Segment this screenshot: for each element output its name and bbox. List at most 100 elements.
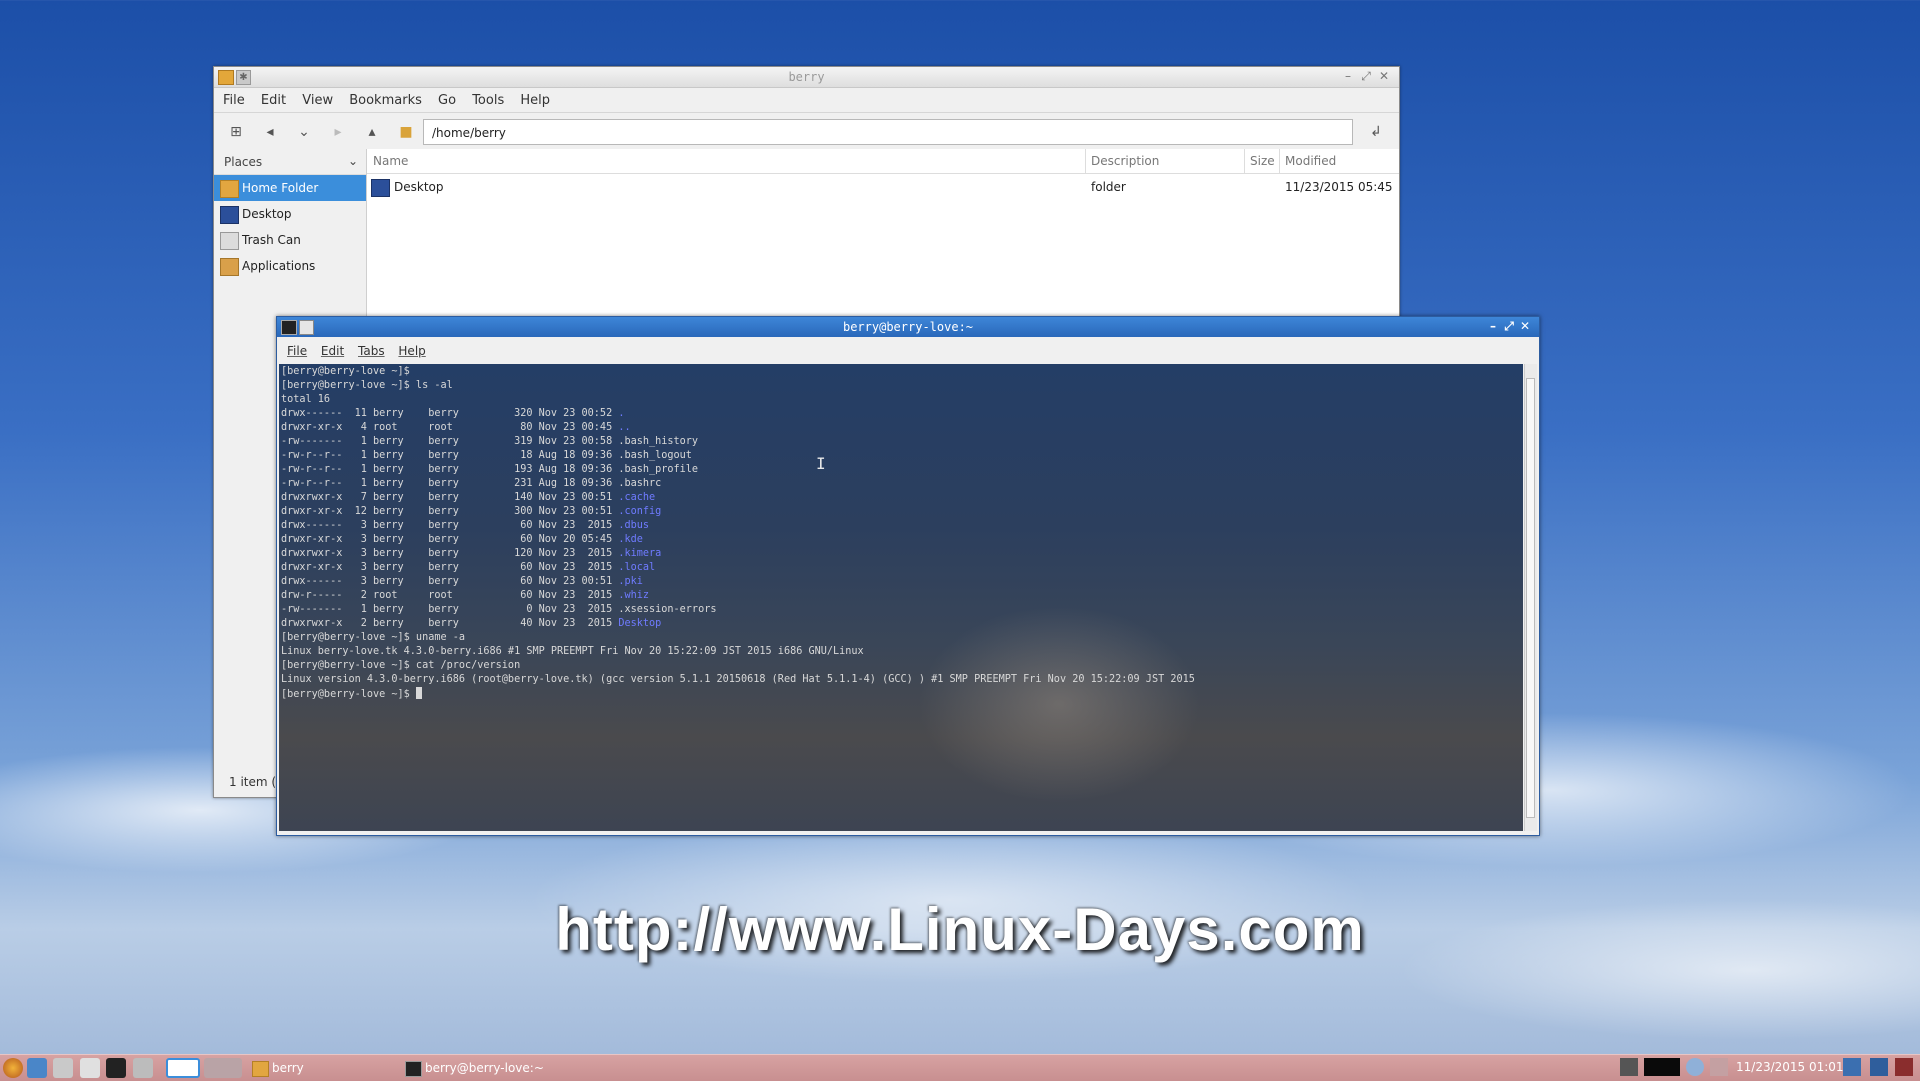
trash-icon: [220, 232, 239, 250]
terminal-line-text: total 16: [281, 394, 331, 405]
file-manager-toolbar: ⊞ ◂ ⌄ ▸ ▴ ■ /home/berry ↲: [214, 113, 1399, 150]
maximize-icon[interactable]: ⤢: [1357, 69, 1375, 84]
menu-file[interactable]: File: [218, 88, 252, 108]
sidebar-item-desktop[interactable]: Desktop: [214, 201, 366, 227]
back-arrow-icon[interactable]: ◂: [260, 122, 280, 142]
terminal-line: [berry@berry-love ~]$: [281, 365, 1195, 379]
column-name[interactable]: Name: [373, 154, 408, 168]
chevron-down-icon[interactable]: ⌄: [348, 154, 358, 168]
terminal-line-text: [berry@berry-love ~]$: [281, 366, 410, 377]
file-manager-titlebar[interactable]: ✱ berry – ⤢ ✕: [214, 67, 1399, 88]
display-icon[interactable]: [1843, 1058, 1861, 1076]
terminal-title: berry@berry-love:~: [842, 320, 974, 334]
taskbar-item-file-manager[interactable]: berry: [250, 1058, 412, 1078]
history-dropdown-icon[interactable]: ⌄: [294, 122, 314, 142]
directory-name: .pki: [618, 576, 643, 587]
file-manager-launcher-icon[interactable]: [80, 1058, 100, 1078]
directory-name: .local: [618, 562, 656, 573]
directory-name: ..: [618, 422, 631, 433]
menu-edit[interactable]: Edit: [256, 88, 293, 108]
logout-icon[interactable]: [1895, 1058, 1913, 1076]
terminal-line-text: Linux berry-love.tk 4.3.0-berry.i686 #1 …: [281, 646, 864, 657]
terminal-line: drwxr-xr-x 12 berry berry 300 Nov 23 00:…: [281, 505, 1195, 519]
network-icon[interactable]: [1620, 1058, 1638, 1076]
file-modified: 11/23/2015 05:45: [1285, 180, 1393, 194]
sidebar-item-applications[interactable]: Applications: [214, 253, 366, 279]
monitor-icon[interactable]: [1870, 1058, 1888, 1076]
taskbar: berry berry@berry-love:~ 11/23/2015 01:0…: [0, 1054, 1920, 1081]
file-row[interactable]: Desktop folder 11/23/2015 05:45: [367, 174, 1399, 200]
terminal-line: drwxrwxr-x 7 berry berry 140 Nov 23 00:5…: [281, 491, 1195, 505]
terminal-output[interactable]: [berry@berry-love ~]$ [berry@berry-love ~…: [279, 364, 1523, 831]
new-tab-icon[interactable]: ⊞: [226, 122, 246, 142]
maximize-icon[interactable]: ⤢: [1501, 319, 1517, 334]
column-modified[interactable]: Modified: [1285, 154, 1336, 168]
sidebar-item-trash-can[interactable]: Trash Can: [214, 227, 366, 253]
terminal-line-text: drwxr-xr-x 4 root root 80 Nov 23 00:45: [281, 422, 619, 433]
terminal-line: Linux version 4.3.0-berry.i686 (root@ber…: [281, 673, 1195, 687]
file-manager-menubar: File Edit View Bookmarks Go Tools Help: [214, 88, 1399, 113]
terminal-line: drwxrwxr-x 3 berry berry 120 Nov 23 2015…: [281, 547, 1195, 561]
globe-icon[interactable]: [1686, 1058, 1704, 1076]
sidebar-item-home-folder[interactable]: Home Folder: [214, 175, 366, 201]
menu-tabs[interactable]: Tabs: [354, 337, 391, 358]
workspace-2[interactable]: [204, 1058, 242, 1078]
gear-icon[interactable]: [53, 1058, 73, 1078]
close-icon[interactable]: ✕: [1375, 69, 1393, 83]
path-input[interactable]: /home/berry: [423, 119, 1353, 145]
window-buttons: – ⤢ ✕: [1339, 69, 1393, 84]
scrollbar-thumb[interactable]: [1526, 378, 1535, 818]
menu-file[interactable]: File: [283, 337, 313, 358]
terminal-line-text: drwx------ 3 berry berry 60 Nov 23 00:51: [281, 576, 619, 587]
menu-go[interactable]: Go: [433, 88, 463, 108]
menu-bookmarks[interactable]: Bookmarks: [344, 88, 429, 108]
applications-icon: [220, 258, 239, 276]
terminal-line: drwxr-xr-x 4 root root 80 Nov 23 00:45 .…: [281, 421, 1195, 435]
settings-icon[interactable]: [27, 1058, 47, 1078]
minimize-icon[interactable]: –: [1485, 319, 1501, 333]
terminal-line: [berry@berry-love ~]$ cat /proc/version: [281, 659, 1195, 673]
terminal-line-text: -rw-r--r-- 1 berry berry 231 Aug 18 09:3…: [281, 478, 662, 489]
start-menu-icon[interactable]: [3, 1058, 23, 1078]
file-manager-title: berry: [788, 70, 825, 84]
terminal-line-text: drwxrwxr-x 2 berry berry 40 Nov 23 2015: [281, 618, 619, 629]
file-list-header: Name Description Size Modified: [367, 149, 1399, 174]
file-name: Desktop: [394, 180, 444, 194]
terminal-line: drwx------ 11 berry berry 320 Nov 23 00:…: [281, 407, 1195, 421]
forward-arrow-icon[interactable]: ▸: [328, 122, 348, 142]
windows-icon[interactable]: [133, 1058, 153, 1078]
terminal-line: drwxrwxr-x 2 berry berry 40 Nov 23 2015 …: [281, 617, 1195, 631]
column-size[interactable]: Size: [1250, 154, 1275, 168]
minimize-icon[interactable]: –: [1339, 69, 1357, 83]
home-folder-icon: [220, 180, 239, 198]
terminal-line-text: Linux version 4.3.0-berry.i686 (root@ber…: [281, 674, 1195, 685]
menu-help[interactable]: Help: [394, 337, 431, 358]
terminal-titlebar[interactable]: berry@berry-love:~ – ⤢ ✕: [277, 317, 1539, 337]
directory-name: .kimera: [618, 548, 662, 559]
close-icon[interactable]: ✕: [1517, 319, 1533, 333]
up-arrow-icon[interactable]: ▴: [362, 122, 382, 142]
menu-edit[interactable]: Edit: [317, 337, 350, 358]
clock[interactable]: 11/23/2015 01:01: [1736, 1060, 1844, 1074]
volume-icon[interactable]: [1710, 1058, 1728, 1076]
menu-tools[interactable]: Tools: [467, 88, 511, 108]
menu-view[interactable]: View: [297, 88, 340, 108]
workspace-1[interactable]: [166, 1058, 200, 1078]
places-header[interactable]: Places ⌄: [214, 149, 366, 175]
column-description[interactable]: Description: [1091, 154, 1159, 168]
taskbar-item-terminal[interactable]: berry@berry-love:~: [403, 1058, 625, 1078]
terminal-line: [berry@berry-love ~]$ ls -al: [281, 379, 1195, 393]
home-icon[interactable]: ■: [396, 122, 416, 142]
folder-icon: [252, 1061, 269, 1077]
terminal-menubar: File Edit Tabs Help: [277, 337, 1539, 363]
go-enter-icon[interactable]: ↲: [1366, 122, 1386, 142]
desktop-icon: [220, 206, 239, 224]
menu-help[interactable]: Help: [515, 88, 557, 108]
terminal-line: -rw-r--r-- 1 berry berry 193 Aug 18 09:3…: [281, 463, 1195, 477]
terminal-scrollbar[interactable]: [1524, 364, 1537, 831]
terminal-line-text: drwxr-xr-x 3 berry berry 60 Nov 23 2015: [281, 562, 619, 573]
terminal-launcher-icon[interactable]: [106, 1058, 126, 1078]
taskbar-item-label: berry: [272, 1061, 304, 1075]
terminal-line-text: drwxr-xr-x 3 berry berry 60 Nov 20 05:45: [281, 534, 619, 545]
terminal-line: drwx------ 3 berry berry 60 Nov 23 00:51…: [281, 575, 1195, 589]
